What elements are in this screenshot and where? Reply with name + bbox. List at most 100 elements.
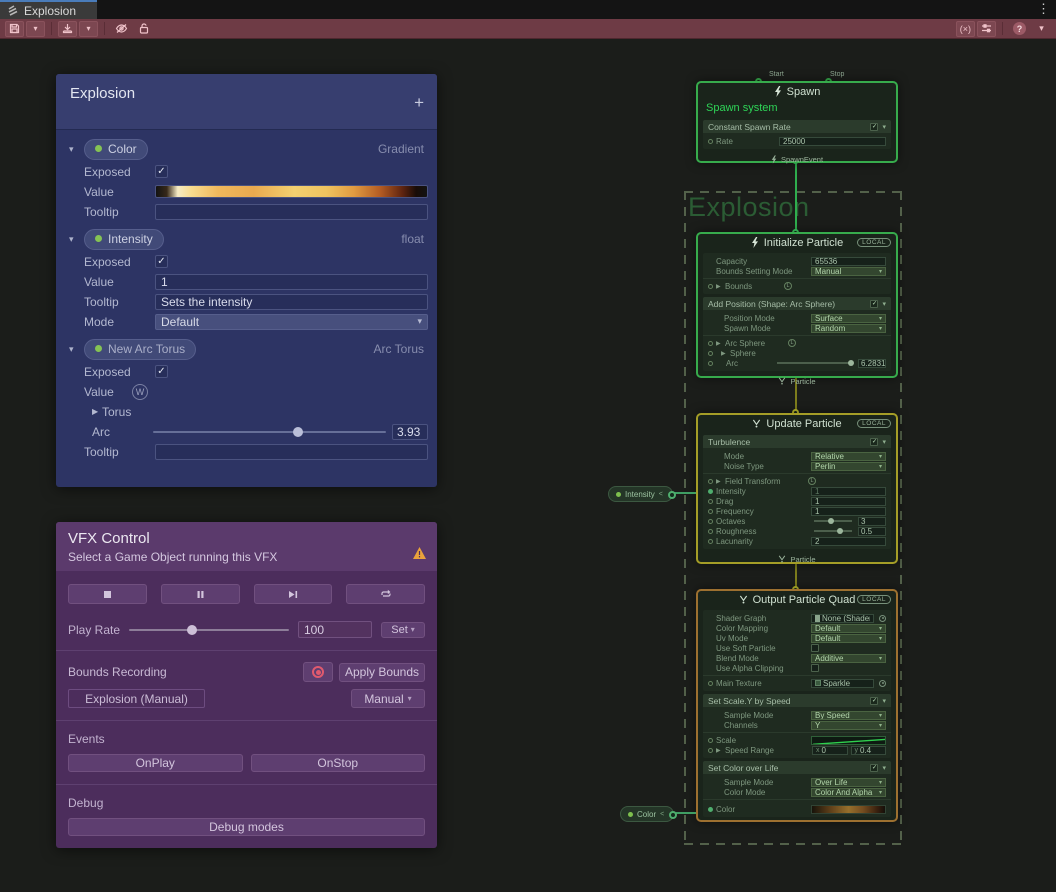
bounds-port[interactable] (708, 284, 713, 289)
initialize-particle-node[interactable]: Initialize Particle LOCAL Capacity65536 … (696, 232, 898, 378)
block-enabled-checkbox[interactable]: ✓ (870, 438, 878, 446)
stop-button[interactable] (68, 584, 147, 604)
collapse-icon[interactable]: < (660, 811, 664, 818)
parameter-output-port[interactable] (669, 811, 677, 819)
play-rate-slider[interactable] (129, 629, 289, 631)
add-position-block[interactable]: Add Position (Shape: Arc Sphere) ✓ ▾ Pos… (703, 297, 891, 371)
sphere-port[interactable] (708, 351, 713, 356)
slider-thumb[interactable] (187, 625, 197, 635)
debug-modes-button[interactable]: Debug modes (68, 818, 425, 836)
octaves-port[interactable] (708, 519, 713, 524)
object-picker-icon[interactable] (879, 680, 886, 687)
play-rate-input[interactable]: 100 (298, 621, 372, 638)
drag-input[interactable]: 1 (811, 497, 886, 506)
lacunarity-input[interactable]: 2 (811, 537, 886, 546)
export-dropdown-button[interactable]: ▾ (79, 21, 98, 37)
foldout-icon[interactable]: ▶ (92, 407, 102, 416)
noise-type-dropdown[interactable]: Perlin▾ (811, 462, 886, 471)
apply-bounds-button[interactable]: Apply Bounds (339, 663, 425, 682)
block-enabled-checkbox[interactable]: ✓ (870, 697, 878, 705)
spawn-node[interactable]: Spawn Spawn system Constant Spawn Rate ✓… (696, 81, 898, 163)
tooltip-input[interactable]: Sets the intensity (155, 294, 428, 310)
record-bounds-button[interactable] (303, 662, 333, 682)
capacity-input[interactable]: 65536 (811, 257, 886, 266)
shader-graph-object-field[interactable]: None (Shader Graph Vfx Asset) (811, 614, 874, 623)
chevron-down-icon[interactable]: ▾ (882, 697, 886, 705)
slider-thumb[interactable] (828, 518, 834, 524)
save-dropdown-button[interactable]: ▾ (26, 21, 45, 37)
onplay-button[interactable]: OnPlay (68, 754, 243, 772)
foldout-icon[interactable]: ▶ (716, 747, 722, 754)
set-color-block[interactable]: Set Color over Life ✓ ▾ Sample ModeOver … (703, 761, 891, 817)
arc-sphere-port[interactable] (708, 341, 713, 346)
tooltip-input[interactable] (155, 204, 428, 220)
roughness-slider[interactable] (814, 530, 852, 532)
foldout-icon[interactable]: ▶ (716, 350, 722, 357)
arc-port[interactable] (708, 361, 713, 366)
octaves-slider[interactable] (814, 520, 852, 522)
sample-mode-dropdown[interactable]: By Speed▾ (811, 711, 886, 720)
property-pill-arc-torus[interactable]: New Arc Torus (84, 339, 196, 360)
block-enabled-checkbox[interactable]: ✓ (870, 300, 878, 308)
constant-spawn-rate-block[interactable]: Constant Spawn Rate ✓ ▾ Rate 25000 (703, 120, 891, 149)
help-dropdown-button[interactable]: ▾ (1032, 21, 1051, 37)
bounds-target-field[interactable]: Explosion (Manual) (68, 689, 205, 708)
update-node-title[interactable]: Update Particle LOCAL (698, 415, 896, 432)
sample-mode-dropdown[interactable]: Over Life▾ (811, 778, 886, 787)
variables-toggle-button[interactable]: (×) (956, 21, 975, 37)
kebab-menu-icon[interactable]: ⋮ (1037, 1, 1050, 17)
bounds-setting-dropdown[interactable]: Manual▾ (811, 267, 886, 276)
color-gradient-field[interactable] (811, 805, 886, 814)
update-particle-node[interactable]: Update Particle LOCAL Turbulence ✓ ▾ Mod… (696, 413, 898, 564)
frequency-port[interactable] (708, 509, 713, 514)
chevron-down-icon[interactable]: ▾ (69, 344, 84, 355)
chevron-down-icon[interactable]: ▾ (69, 144, 84, 155)
block-enabled-checkbox[interactable]: ✓ (870, 764, 878, 772)
blend-mode-dropdown[interactable]: Additive▾ (811, 654, 886, 663)
object-picker-icon[interactable] (879, 615, 886, 622)
step-button[interactable] (254, 584, 333, 604)
field-transform-port[interactable] (708, 479, 713, 484)
spawn-mode-dropdown[interactable]: Random▾ (811, 324, 886, 333)
scale-curve-field[interactable] (811, 736, 886, 745)
mode-dropdown[interactable]: Default▾ (155, 314, 428, 330)
foldout-icon[interactable]: ▶ (716, 478, 722, 485)
add-property-button[interactable]: + (414, 94, 424, 111)
foldout-icon[interactable]: ▶ (716, 283, 722, 290)
output-particle-quad-node[interactable]: Output Particle Quad LOCAL Shader GraphN… (696, 589, 898, 822)
arc-value-input[interactable]: 3.93 (392, 424, 428, 440)
export-button[interactable] (58, 21, 77, 37)
onstop-button[interactable]: OnStop (251, 754, 426, 772)
set-scale-block[interactable]: Set Scale.Y by Speed ✓ ▾ Sample ModeBy S… (703, 694, 891, 758)
collapse-icon[interactable]: < (659, 491, 663, 498)
slider-thumb[interactable] (837, 528, 843, 534)
chevron-down-icon[interactable]: ▾ (882, 123, 886, 131)
octaves-input[interactable]: 3 (858, 517, 886, 526)
channels-dropdown[interactable]: Y▾ (811, 721, 886, 730)
frequency-input[interactable]: 1 (811, 507, 886, 516)
exposed-checkbox[interactable]: ✓ (155, 165, 168, 178)
lacunarity-port[interactable] (708, 539, 713, 544)
color-port-connected[interactable] (708, 807, 713, 812)
spawn-event-output[interactable]: SpawnEvent (698, 152, 896, 166)
exposed-checkbox[interactable]: ✓ (155, 365, 168, 378)
restart-button[interactable] (346, 584, 425, 604)
value-input[interactable]: 1 (155, 274, 428, 290)
space-badge-icon[interactable]: W (132, 384, 148, 400)
save-button[interactable] (5, 21, 24, 37)
chevron-down-icon[interactable]: ▾ (882, 300, 886, 308)
soft-particle-checkbox[interactable] (811, 644, 819, 652)
arc-slider[interactable] (777, 362, 852, 364)
color-parameter-node[interactable]: Color < (620, 806, 674, 822)
hide-toggle-button[interactable] (111, 21, 132, 37)
chevron-down-icon[interactable]: ▾ (882, 438, 886, 446)
color-mode-dropdown[interactable]: Color And Alpha▾ (811, 788, 886, 797)
exposed-checkbox[interactable]: ✓ (155, 255, 168, 268)
foldout-icon[interactable]: ▶ (716, 340, 722, 347)
intensity-input[interactable]: 1 (811, 487, 886, 496)
intensity-port-connected[interactable] (708, 489, 713, 494)
edge-spawn-to-initialize[interactable] (795, 160, 797, 233)
speed-range-y-input[interactable]: y0.4 (851, 746, 887, 755)
lock-button[interactable] (134, 21, 153, 37)
color-mapping-dropdown[interactable]: Default▾ (811, 624, 886, 633)
